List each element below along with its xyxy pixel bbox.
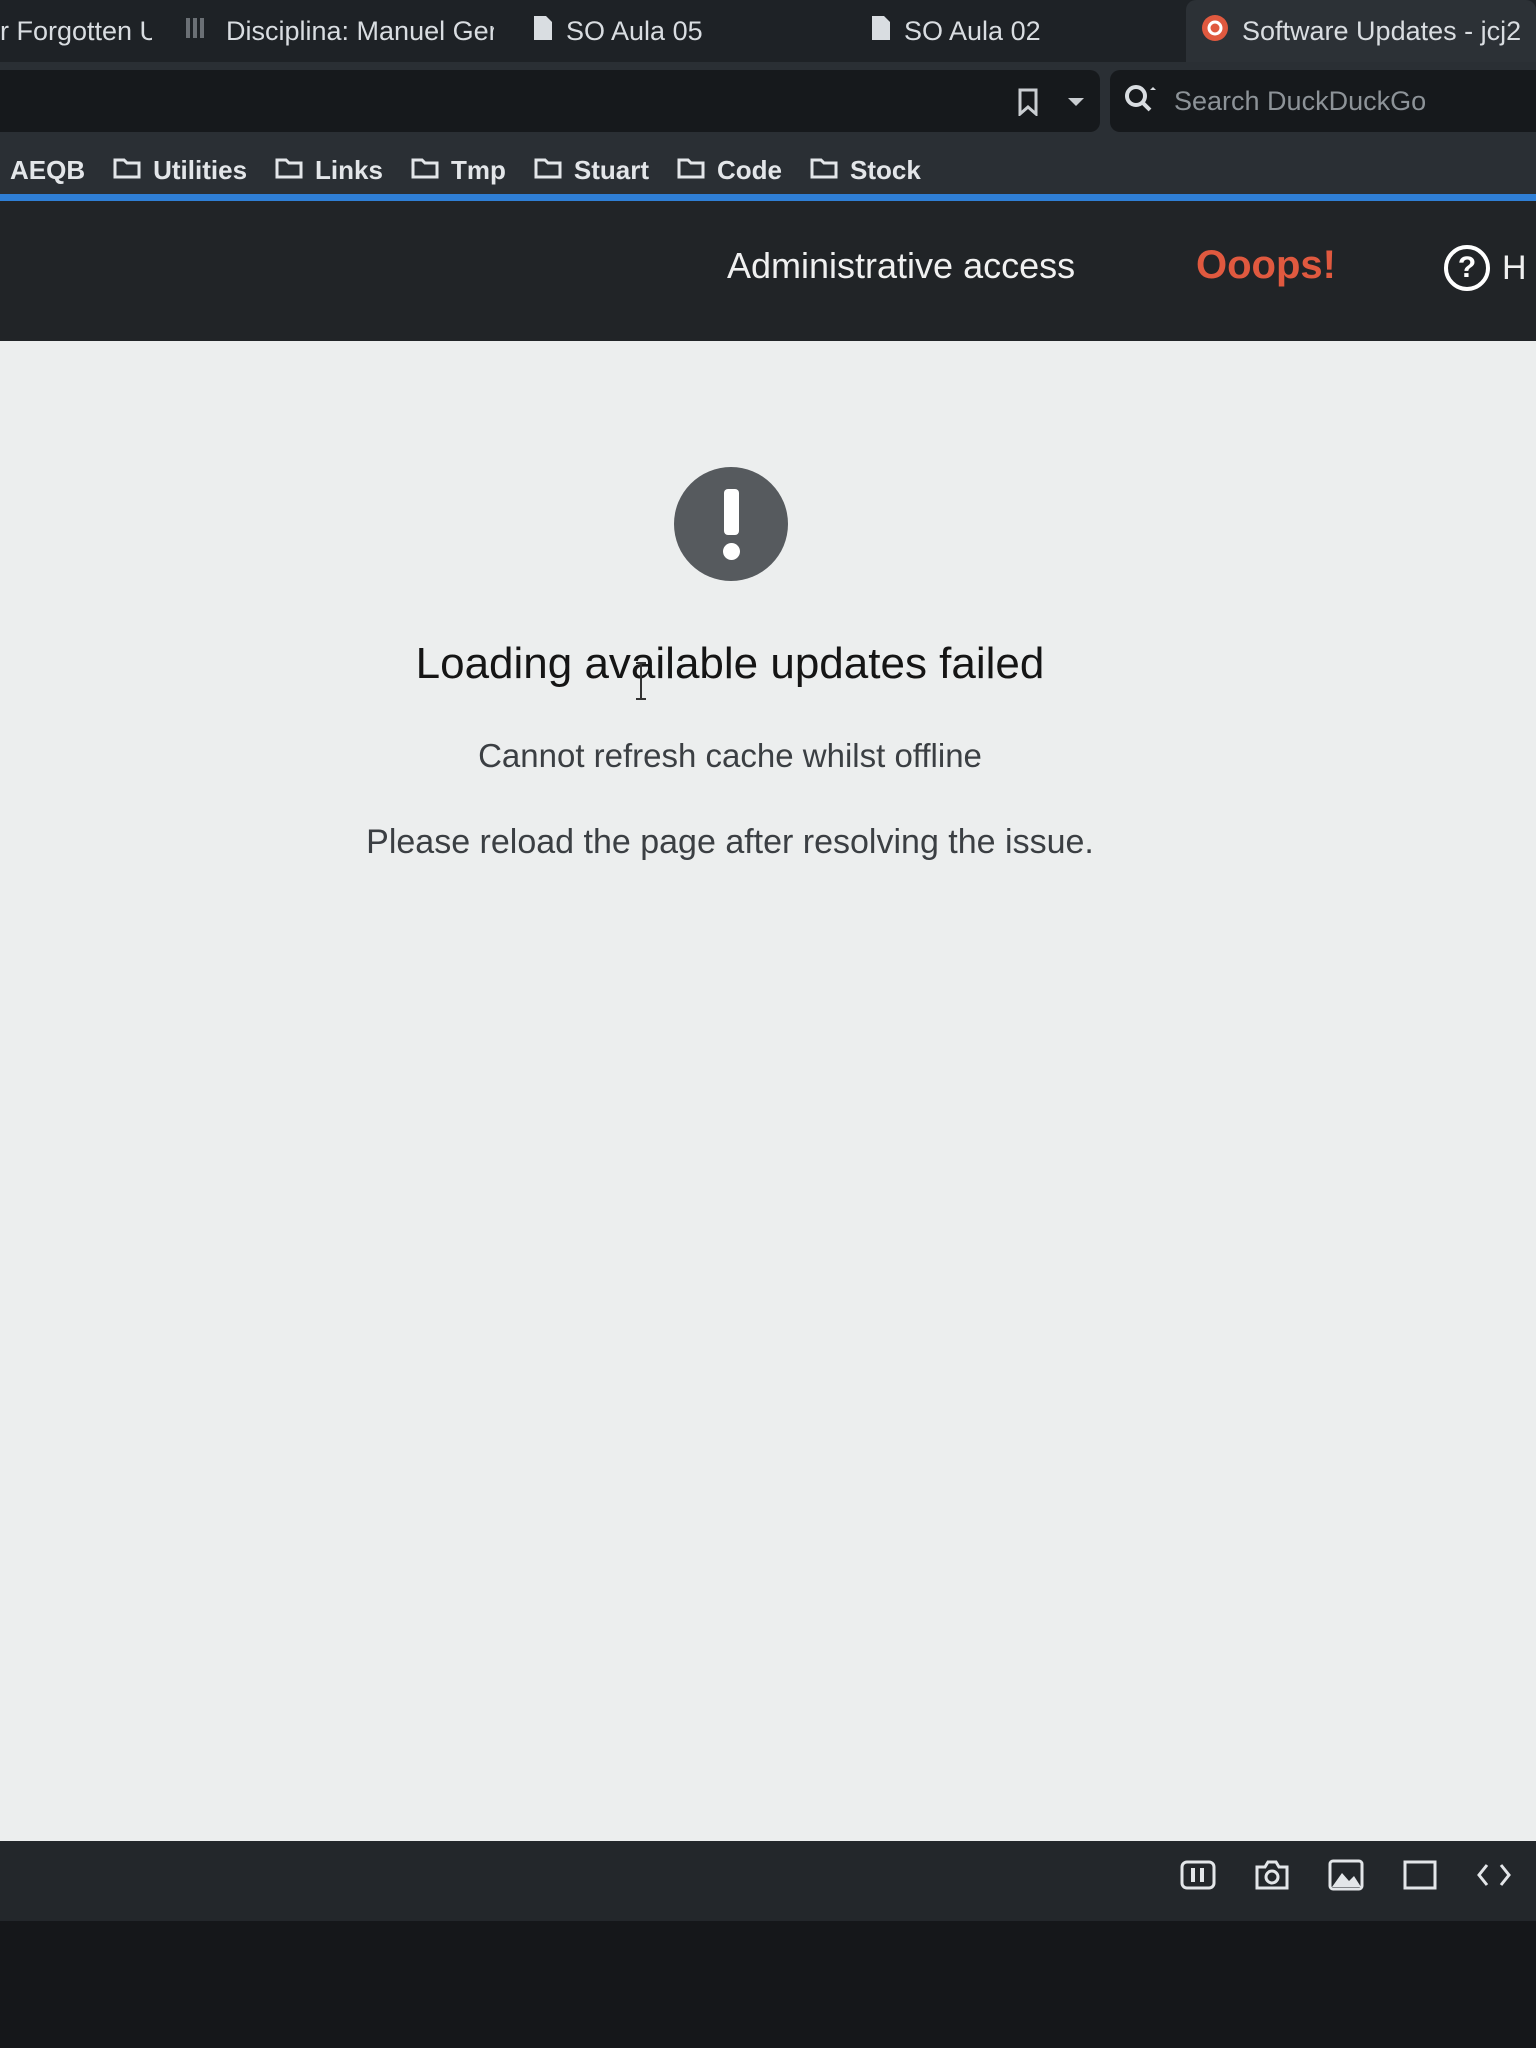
- bookmark-folder-tmp[interactable]: Tmp: [411, 155, 506, 186]
- exclamation-bar: [724, 489, 739, 535]
- url-field[interactable]: [0, 70, 1100, 132]
- image-icon[interactable]: [1326, 1855, 1366, 1895]
- document-icon: [532, 15, 554, 48]
- bookmark-label: Tmp: [450, 154, 506, 185]
- pause-icon[interactable]: [1178, 1855, 1218, 1895]
- app-header: Administrative access Ooops! ? H: [0, 201, 1536, 341]
- folder-icon: [275, 155, 303, 186]
- tab-label: Disciplina: Manuel Ger: [226, 15, 494, 46]
- search-field[interactable]: [1110, 70, 1536, 132]
- bookmark-folder-links[interactable]: Links: [275, 155, 383, 186]
- window-icon[interactable]: [1400, 1855, 1440, 1895]
- bookmark-folder-stock[interactable]: Stock: [810, 155, 921, 186]
- tab-software-updates[interactable]: Software Updates - jcj2: [1186, 0, 1536, 62]
- navigation-bar: [0, 62, 1536, 142]
- cockpit-logo-icon: [1200, 13, 1230, 50]
- camera-icon[interactable]: [1252, 1855, 1292, 1895]
- bookmark-label: Utilities: [153, 154, 248, 185]
- empty-state-title: Loading available updates failed: [415, 639, 1045, 688]
- main-content: Loading available updates failed Cannot …: [0, 341, 1536, 1841]
- empty-state-subtitle: Cannot refresh cache whilst offline: [478, 737, 982, 774]
- tab-strip: r Forgotten U Disciplina: Manuel Ger SO …: [0, 0, 1536, 62]
- empty-state-body: Please reload the page after resolving t…: [366, 823, 1094, 861]
- bookmark-label: Code: [716, 154, 782, 185]
- help-label: H: [1502, 248, 1527, 287]
- exclamation-circle-icon: [674, 467, 788, 581]
- text-cursor-icon: [634, 661, 646, 701]
- tab-so-aula-05[interactable]: SO Aula 05: [532, 0, 832, 62]
- bookmark-aeqb[interactable]: AEQB: [10, 155, 85, 186]
- bookmark-folder-utilities[interactable]: Utilities: [113, 155, 247, 186]
- help-button[interactable]: ? H: [1444, 245, 1527, 291]
- bookmark-folder-code[interactable]: Code: [677, 155, 782, 186]
- administrative-access-button[interactable]: Administrative access: [727, 245, 1075, 287]
- screen-bezel: [0, 1921, 1536, 2048]
- tab-so-aula-02[interactable]: SO Aula 02: [870, 0, 1170, 62]
- bookmark-label: Stuart: [573, 154, 649, 185]
- tab-label: SO Aula 05: [566, 15, 703, 46]
- help-icon: ?: [1444, 245, 1490, 291]
- search-input[interactable]: [1172, 84, 1516, 118]
- tab-label: r Forgotten U: [0, 15, 152, 46]
- page-icon: [184, 15, 214, 48]
- bookmarks-bar: AEQB Utilities Links Tmp Stuart Code Sto…: [0, 142, 1536, 198]
- bookmark-icon[interactable]: [1010, 82, 1046, 122]
- folder-icon: [534, 155, 562, 186]
- folder-icon: [810, 155, 838, 186]
- search-icon: [1124, 84, 1158, 119]
- bookmark-label: Stock: [849, 154, 921, 185]
- bookmark-folder-stuart[interactable]: Stuart: [534, 155, 649, 186]
- tab-forgotten[interactable]: r Forgotten U: [0, 0, 152, 62]
- bookmark-label: Links: [315, 154, 383, 185]
- ooops-menu[interactable]: Ooops!: [1196, 243, 1336, 288]
- code-icon[interactable]: [1474, 1855, 1514, 1895]
- tab-label: Software Updates - jcj2: [1242, 15, 1522, 46]
- page-load-progress-bar: [0, 194, 1536, 201]
- chevron-down-icon[interactable]: [1058, 82, 1094, 122]
- status-bar-icons: [1178, 1855, 1536, 1895]
- document-icon: [870, 15, 892, 48]
- folder-icon: [113, 155, 141, 186]
- folder-icon: [411, 155, 439, 186]
- exclamation-dot: [723, 543, 740, 560]
- bookmark-label: AEQB: [10, 154, 86, 185]
- tab-disciplina[interactable]: Disciplina: Manuel Ger: [184, 0, 494, 62]
- status-bar: [0, 1841, 1536, 1921]
- tab-label: SO Aula 02: [904, 15, 1041, 46]
- folder-icon: [677, 155, 705, 186]
